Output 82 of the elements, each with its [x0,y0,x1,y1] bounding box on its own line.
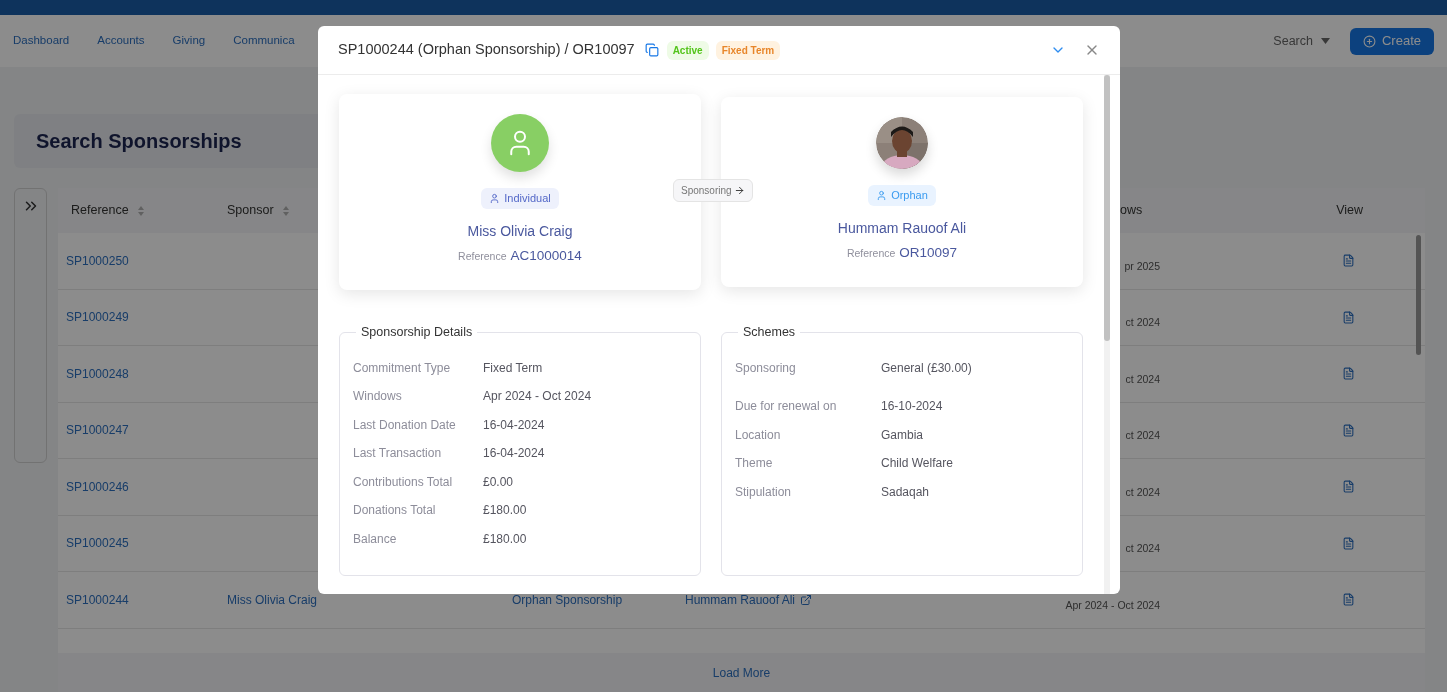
document-icon[interactable] [1342,536,1355,550]
reference-link[interactable]: SP1000250 [66,253,129,268]
field-label: Contributions Total [353,473,454,491]
windows-cell-text: ct 2024 [1125,484,1160,500]
field-value: £0.00 [483,473,514,491]
page-title: Search Sponsorships [36,129,242,154]
document-icon[interactable] [1342,480,1355,494]
sort-icon[interactable] [136,204,145,217]
windows-cell-text: Apr 2024 - Oct 2024 [1065,597,1160,613]
reference-link[interactable]: SP1000249 [66,310,129,325]
column-header: Sponsor [227,202,274,220]
windows-cell-text: pr 2025 [1124,258,1160,274]
reference-label: Reference [846,245,896,261]
document-icon[interactable] [1342,310,1355,324]
column-header: ows [1120,202,1143,220]
document-icon[interactable] [1342,593,1355,607]
field-value: £180.00 [483,530,527,548]
field-label: Commitment Type [353,359,452,377]
field-value: 16-04-2024 [483,445,545,463]
reference-link[interactable]: SP1000248 [66,366,129,381]
field-label: Sponsoring [735,359,797,377]
field-label: Location [735,426,782,444]
field-label: Last Donation Date [353,416,457,434]
type-badge: Orphan [868,185,936,206]
party-name: Hummam Rauoof Ali [837,218,967,238]
arrow-right-icon [733,185,745,196]
field-label: Stipulation [735,483,793,501]
search-dropdown[interactable]: Search [1273,31,1330,51]
field-value: Child Welfare [881,455,953,473]
field-label: Due for renewal on [735,398,838,416]
windows-cell-text: ct 2024 [1125,371,1160,387]
sponsoring-label: Sponsoring [673,179,753,202]
field-value: £180.00 [483,502,527,520]
sort-icon[interactable] [281,204,290,217]
type-badge: Individual [481,188,559,209]
field-label: Balance [353,530,398,548]
reference-label: Reference [458,248,507,264]
column-header: View [1336,202,1363,220]
field-value: Fixed Term [483,359,543,377]
external-link-icon[interactable] [800,593,813,606]
sponsor-link[interactable]: Miss Olivia Craig [227,592,317,607]
beneficiary-link[interactable]: Hummam Rauoof Ali [685,590,796,609]
field-label: Donations Total [353,502,437,520]
nav-link[interactable]: Giving [172,32,206,50]
field-label: Last Transaction [353,445,443,463]
document-icon[interactable] [1342,423,1355,437]
section-title: Schemes [742,323,797,341]
reference-link[interactable]: SP1000246 [66,479,129,494]
nav-link[interactable]: Accounts [97,32,145,50]
reference-value: OR10097 [899,243,958,262]
status-badge: Fixed Term [715,40,781,60]
field-value: Apr 2024 - Oct 2024 [483,388,592,406]
field-value: General (£30.00) [881,359,972,377]
windows-cell-text: ct 2024 [1125,428,1160,444]
plus-icon [1362,34,1376,48]
modal-title: SP1000244 (Orphan Sponsorship) / OR10097 [338,40,635,60]
avatar-icon [491,114,549,172]
party-name: Miss Olivia Craig [467,221,573,241]
field-value: 16-10-2024 [881,398,943,416]
field-value: Gambia [881,426,924,444]
field-label: Windows [353,388,403,406]
nav-link[interactable]: Communica [233,32,295,50]
windows-cell-text: ct 2024 [1125,315,1160,331]
load-more-button[interactable]: Load More [712,663,771,682]
status-badge: Active [666,40,709,60]
reference-link[interactable]: SP1000247 [66,423,129,438]
field-value: Sadaqah [881,483,930,501]
windows-cell-text: ct 2024 [1125,541,1160,557]
section-title: Sponsorship Details [360,323,474,341]
field-label: Theme [735,455,774,473]
document-icon[interactable] [1342,367,1355,381]
reference-link[interactable]: SP1000245 [66,536,129,551]
reference-value: AC1000014 [510,246,582,265]
copy-icon[interactable] [644,43,659,57]
field-value: 16-04-2024 [483,416,545,434]
document-icon[interactable] [1342,254,1355,268]
scheme-link[interactable]: Orphan Sponsorship [512,592,623,607]
create-button[interactable]: Create [1349,27,1434,55]
reference-link[interactable]: SP1000244 [66,592,129,607]
column-header: Reference [71,202,129,220]
caret-icon [1320,38,1330,44]
nav-link[interactable]: Dashboard [13,32,70,50]
